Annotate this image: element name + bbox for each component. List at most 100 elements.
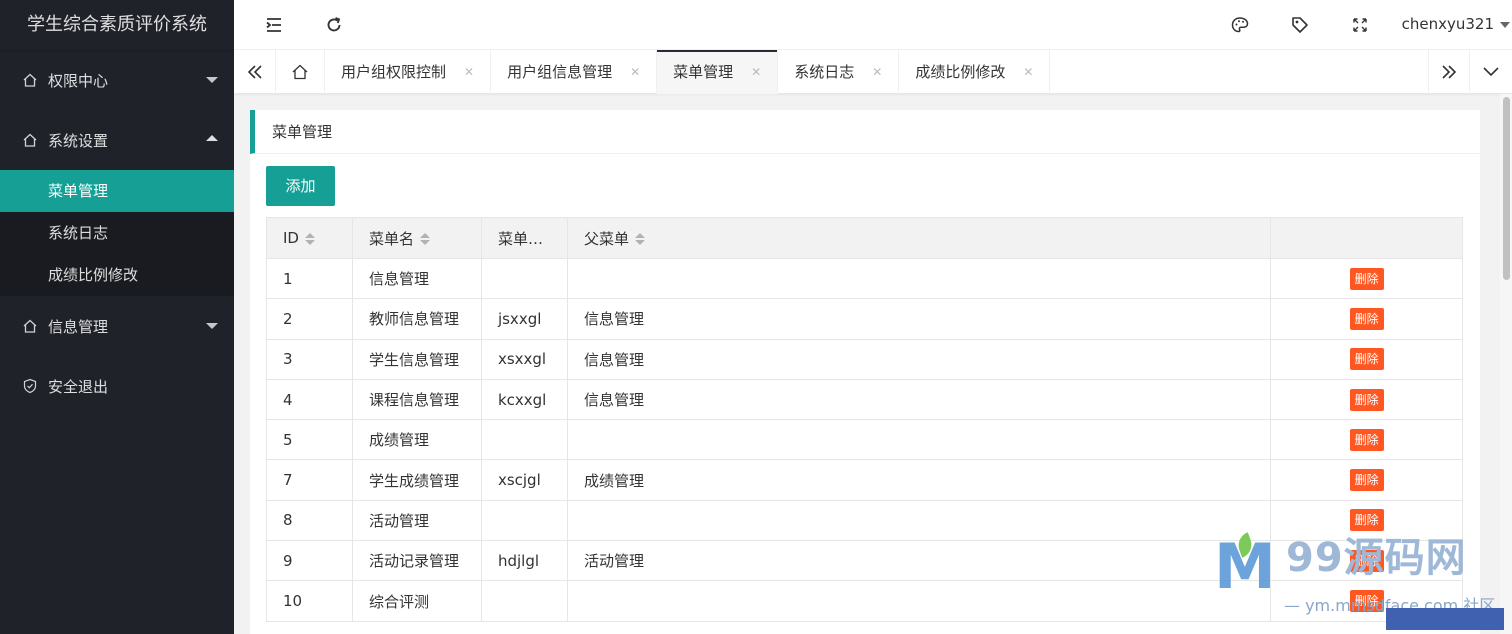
nav-group-logout: 安全退出 (0, 356, 234, 416)
cell-parent: 信息管理 (566, 378, 1272, 421)
column-header-code[interactable]: 菜单… (480, 217, 568, 259)
cell-actions: 删除 (1270, 378, 1463, 421)
tab-user-group-permission[interactable]: 用户组权限控制 ✕ (325, 50, 492, 94)
cell-name: 信息管理 (351, 257, 482, 300)
fullscreen-icon[interactable] (1350, 15, 1370, 35)
cell-id: 2 (266, 298, 353, 340)
sidebar: 学生综合素质评价系统 权限中心 系统设置 菜单管理 系统日志 成绩比例修改 信息… (0, 0, 234, 634)
tab-score-ratio[interactable]: 成绩比例修改 ✕ (899, 50, 1051, 94)
table-row: 1 信息管理 删除 (266, 257, 1463, 300)
sort-icon[interactable] (634, 233, 645, 245)
sidebar-item-score-ratio[interactable]: 成绩比例修改 (0, 254, 234, 296)
delete-button[interactable]: 删除 (1349, 348, 1384, 371)
delete-button[interactable]: 删除 (1349, 267, 1384, 290)
delete-button[interactable]: 删除 (1349, 590, 1384, 613)
tab-label: 成绩比例修改 (915, 63, 1006, 81)
refresh-icon[interactable] (324, 15, 344, 35)
caret-down-icon (1500, 21, 1510, 28)
cell-actions: 删除 (1270, 419, 1463, 461)
sort-icon[interactable] (419, 233, 430, 245)
cell-code: xsxxgl (480, 338, 568, 380)
nav-item-system-settings[interactable]: 系统设置 (0, 110, 234, 170)
table-row: 5 成绩管理 删除 (266, 419, 1463, 461)
double-chevron-right-icon (1442, 65, 1457, 79)
chevron-down-icon (206, 323, 218, 329)
cell-name: 活动管理 (351, 499, 482, 542)
tab-menu-management[interactable]: 菜单管理 ✕ (657, 50, 779, 94)
add-button[interactable]: 添加 (266, 166, 335, 206)
tab-system-log[interactable]: 系统日志 ✕ (778, 50, 900, 94)
page-scrollbar[interactable] (1500, 94, 1512, 634)
tab-user-group-info[interactable]: 用户组信息管理 ✕ (491, 50, 658, 94)
cell-parent (566, 257, 1272, 300)
cell-name: 成绩管理 (351, 419, 482, 461)
cell-name: 课程信息管理 (351, 378, 482, 421)
scrollbar-thumb[interactable] (1503, 97, 1510, 280)
cell-id: 7 (266, 459, 353, 501)
cell-id: 10 (266, 580, 353, 622)
close-icon[interactable]: ✕ (872, 50, 882, 94)
tab-options-button[interactable] (1470, 50, 1512, 94)
user-menu[interactable]: chenxyu321 (1402, 15, 1510, 33)
cell-code: hdjlgl (480, 540, 568, 582)
nav-item-label: 系统设置 (48, 131, 109, 150)
delete-button[interactable]: 删除 (1349, 509, 1384, 532)
column-header-name[interactable]: 菜单名 (351, 217, 482, 259)
cell-actions: 删除 (1270, 540, 1463, 582)
delete-button[interactable]: 删除 (1349, 469, 1384, 492)
chevron-down-icon (206, 77, 218, 83)
close-icon[interactable]: ✕ (630, 50, 640, 94)
delete-button[interactable]: 删除 (1349, 549, 1384, 572)
nav-group-info: 信息管理 (0, 296, 234, 356)
tab-scroll-right-button[interactable] (1428, 50, 1470, 94)
cell-parent: 信息管理 (566, 298, 1272, 340)
home-icon (22, 318, 38, 334)
delete-button[interactable]: 删除 (1349, 388, 1384, 411)
close-icon[interactable]: ✕ (1023, 50, 1033, 94)
sidebar-item-menu-management[interactable]: 菜单管理 (0, 170, 234, 212)
delete-button[interactable]: 删除 (1349, 428, 1384, 451)
cell-parent (566, 419, 1272, 461)
menu-fold-icon[interactable] (264, 15, 284, 35)
close-icon[interactable]: ✕ (751, 50, 761, 94)
cell-actions: 删除 (1270, 580, 1463, 622)
close-icon[interactable]: ✕ (464, 50, 474, 94)
chevron-down-icon (1483, 67, 1499, 77)
cell-id: 9 (266, 540, 353, 582)
column-header-parent[interactable]: 父菜单 (566, 217, 1272, 259)
username: chenxyu321 (1401, 15, 1494, 33)
delete-button[interactable]: 删除 (1349, 307, 1384, 330)
tab-home[interactable] (276, 50, 325, 94)
nav-group-settings: 系统设置 菜单管理 系统日志 成绩比例修改 (0, 110, 234, 296)
menu-table: ID 菜单名 菜单… 父菜单 1 信息管理 删除 2 教师信息管理 jsxxgl 信息管理删… (266, 217, 1463, 622)
table-row: 4 课程信息管理 kcxxgl 信息管理 删除 (266, 378, 1463, 421)
table-row: 9 活动记录管理 hdjlgl 活动管理 删除 (266, 540, 1463, 582)
cell-id: 3 (266, 338, 353, 380)
cell-actions: 删除 (1270, 298, 1463, 340)
tab-scroll-left-button[interactable] (234, 50, 276, 94)
table-row: 2 教师信息管理 jsxxgl 信息管理 删除 (266, 298, 1463, 340)
app-title: 学生综合素质评价系统 (0, 0, 234, 50)
cell-parent: 信息管理 (566, 338, 1272, 380)
theme-icon[interactable] (1230, 15, 1250, 35)
table-row: 10 综合评测 删除 (266, 580, 1463, 622)
cell-name: 综合评测 (351, 580, 482, 622)
cell-name: 活动记录管理 (351, 540, 482, 582)
cell-name: 学生成绩管理 (351, 459, 482, 501)
sort-icon[interactable] (304, 232, 315, 245)
nav-group-permission: 权限中心 (0, 50, 234, 110)
tag-icon[interactable] (1290, 15, 1310, 35)
cell-code (480, 419, 568, 461)
cell-name: 教师信息管理 (351, 298, 482, 340)
top-header: chenxyu321 (234, 0, 1512, 50)
column-header-id[interactable]: ID (266, 217, 353, 259)
nav-item-label: 信息管理 (48, 317, 109, 336)
tab-label: 系统日志 (794, 63, 855, 81)
nav-item-label: 权限中心 (48, 71, 109, 90)
nav-item-label: 安全退出 (48, 377, 109, 396)
cell-code (480, 499, 568, 542)
sidebar-item-system-log[interactable]: 系统日志 (0, 212, 234, 254)
nav-item-permission-center[interactable]: 权限中心 (0, 50, 234, 110)
nav-item-logout[interactable]: 安全退出 (0, 356, 234, 416)
nav-item-info-management[interactable]: 信息管理 (0, 296, 234, 356)
